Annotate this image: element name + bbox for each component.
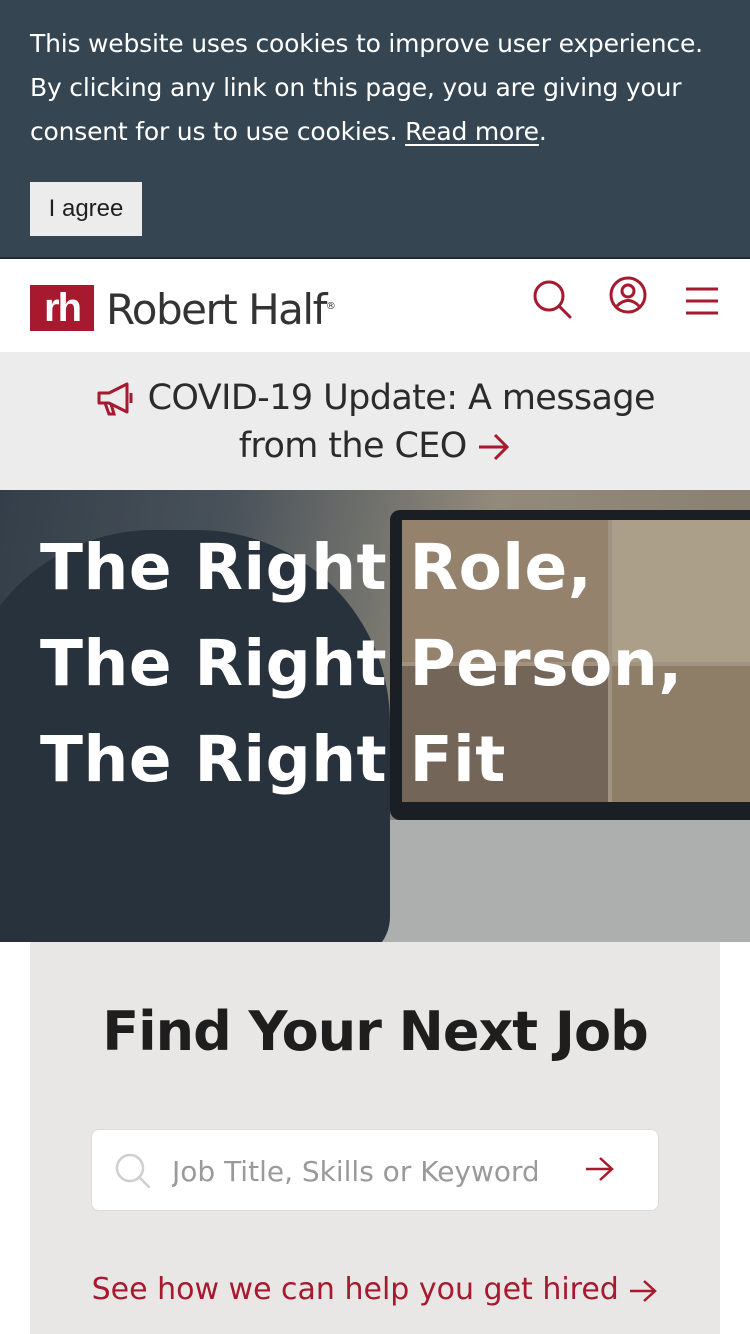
robert-half-logo[interactable]: rh Robert Half®: [30, 284, 336, 334]
job-search-input[interactable]: [172, 1150, 537, 1192]
cookie-banner: This website uses cookies to improve use…: [0, 0, 750, 257]
covid-text: COVID-19 Update: A message from the CEO: [147, 378, 656, 466]
menu-icon[interactable]: [684, 283, 724, 323]
account-icon[interactable]: [608, 275, 648, 315]
hero-banner: The Right Role, The Right Person, The Ri…: [0, 490, 750, 942]
search-submit-arrow-icon[interactable]: [584, 1154, 616, 1189]
covid-link[interactable]: COVID-19 Update: A message from the CEO: [60, 374, 690, 470]
hero-line: The Right Fit: [40, 723, 506, 796]
covid-banner[interactable]: COVID-19 Update: A message from the CEO: [0, 352, 750, 490]
arrow-right-icon: [477, 426, 511, 466]
find-job-title: Find Your Next Job: [102, 1000, 649, 1063]
hero-line: The Right Person,: [40, 627, 683, 700]
job-search-box: [91, 1129, 659, 1211]
get-hired-text: See how we can help you get hired: [91, 1272, 619, 1307]
hero-line: The Right Role,: [40, 531, 593, 604]
megaphone-icon: [95, 378, 137, 418]
get-hired-link[interactable]: See how we can help you get hired: [30, 1272, 720, 1307]
arrow-right-icon: [628, 1272, 658, 1307]
logo-mark: rh: [30, 285, 94, 331]
find-job-panel: Find Your Next Job See how we can help y…: [30, 942, 720, 1334]
hero-title: The Right Role, The Right Person, The Ri…: [40, 520, 740, 808]
site-header: rh Robert Half®: [0, 257, 750, 352]
agree-button[interactable]: I agree: [30, 182, 142, 236]
cookie-message: This website uses cookies to improve use…: [30, 29, 703, 146]
search-icon: [114, 1152, 152, 1195]
logo-text: Robert Half®: [106, 284, 336, 334]
search-icon[interactable]: [532, 279, 572, 319]
read-more-link[interactable]: Read more: [405, 117, 539, 146]
